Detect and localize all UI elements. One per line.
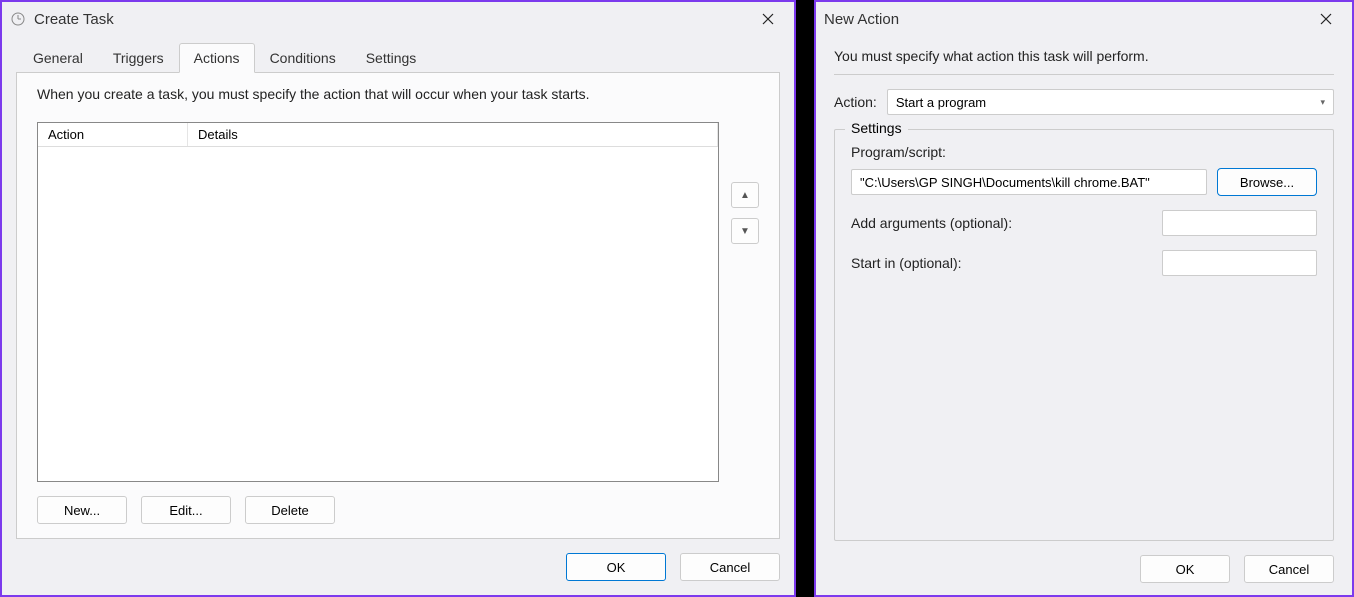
- tab-triggers[interactable]: Triggers: [98, 43, 179, 73]
- clock-icon: [10, 11, 26, 27]
- triangle-up-icon: ▲: [740, 190, 750, 201]
- action-select-value: Start a program: [896, 95, 986, 110]
- panel-description: When you create a task, you must specify…: [37, 86, 759, 102]
- edit-button[interactable]: Edit...: [141, 496, 231, 524]
- ok-button[interactable]: OK: [566, 553, 666, 581]
- cancel-button[interactable]: Cancel: [1244, 555, 1334, 583]
- window-title: Create Task: [34, 11, 750, 28]
- close-icon[interactable]: [1308, 5, 1344, 33]
- tab-general[interactable]: General: [18, 43, 98, 73]
- arguments-input[interactable]: [1162, 210, 1317, 236]
- triangle-down-icon: ▼: [740, 226, 750, 237]
- browse-button[interactable]: Browse...: [1217, 168, 1317, 196]
- move-down-button[interactable]: ▼: [731, 218, 759, 244]
- fieldset-legend: Settings: [845, 120, 908, 136]
- window-title: New Action: [824, 11, 1308, 28]
- titlebar: Create Task: [2, 2, 794, 36]
- program-script-label: Program/script:: [851, 144, 1317, 160]
- arguments-label: Add arguments (optional):: [851, 215, 1012, 231]
- tab-settings[interactable]: Settings: [351, 43, 432, 73]
- window-content: You must specify what action this task w…: [816, 36, 1352, 595]
- actions-panel: When you create a task, you must specify…: [16, 72, 780, 539]
- titlebar: New Action: [816, 2, 1352, 36]
- delete-button[interactable]: Delete: [245, 496, 335, 524]
- cancel-button[interactable]: Cancel: [680, 553, 780, 581]
- column-header-action[interactable]: Action: [38, 123, 188, 146]
- actions-table[interactable]: Action Details: [37, 122, 719, 482]
- window-content: General Triggers Actions Conditions Sett…: [2, 36, 794, 595]
- new-button[interactable]: New...: [37, 496, 127, 524]
- startin-input[interactable]: [1162, 250, 1317, 276]
- column-header-details[interactable]: Details: [188, 123, 718, 146]
- tabs: General Triggers Actions Conditions Sett…: [16, 42, 780, 73]
- startin-label: Start in (optional):: [851, 255, 962, 271]
- create-task-window: Create Task General Triggers Actions Con…: [0, 0, 796, 597]
- tab-actions[interactable]: Actions: [179, 43, 255, 73]
- move-up-button[interactable]: ▲: [731, 182, 759, 208]
- action-label: Action:: [834, 94, 877, 110]
- tab-conditions[interactable]: Conditions: [255, 43, 351, 73]
- close-icon[interactable]: [750, 5, 786, 33]
- panel-description: You must specify what action this task w…: [834, 48, 1334, 75]
- chevron-down-icon: ▾: [1320, 97, 1325, 108]
- action-select[interactable]: Start a program ▾: [887, 89, 1334, 115]
- new-action-window: New Action You must specify what action …: [814, 0, 1354, 597]
- program-script-input[interactable]: [851, 169, 1207, 195]
- settings-fieldset: Settings Program/script: Browse... Add a…: [834, 129, 1334, 541]
- ok-button[interactable]: OK: [1140, 555, 1230, 583]
